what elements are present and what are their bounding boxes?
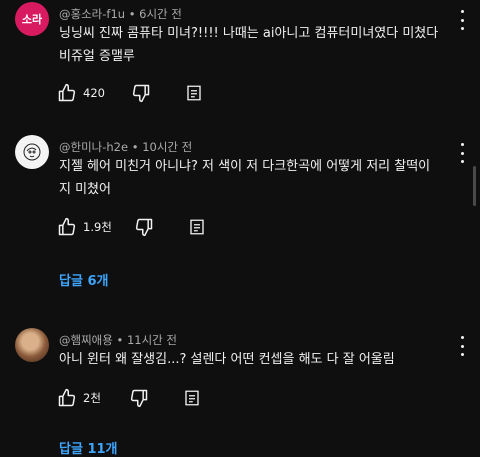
sketch-avatar-icon bbox=[23, 143, 41, 161]
like-button[interactable]: 1.9천 bbox=[57, 217, 112, 237]
author-name[interactable]: @홍소라-f1u bbox=[59, 7, 125, 21]
comment-actions: 1.9천 bbox=[57, 215, 206, 239]
separator-dot: • bbox=[131, 140, 143, 154]
author-name[interactable]: @햄찌애용 bbox=[59, 333, 113, 347]
thumbs-down-icon bbox=[135, 218, 153, 237]
comment-time[interactable]: 10시간 전 bbox=[142, 140, 192, 154]
author-name[interactable]: @한미나-h2e bbox=[59, 140, 128, 154]
like-button[interactable]: 2천 bbox=[57, 388, 101, 408]
thumbs-down-icon bbox=[130, 389, 148, 408]
comment-actions: 420 bbox=[57, 81, 203, 105]
avatar[interactable] bbox=[15, 328, 49, 362]
comment-time[interactable]: 11시간 전 bbox=[127, 333, 177, 347]
comment-text: 아니 윈터 왜 잘생김...? 설렌다 어떤 컨셉을 해도 다 잘 어울림 bbox=[59, 352, 395, 367]
like-count: 1.9천 bbox=[83, 220, 112, 234]
avatar-initials: 소라 bbox=[21, 13, 43, 26]
comment-text: 닝닝씨 진짜 콤퓨타 미녀?!!!! 나때는 ai아니고 컴퓨터미녀였다 미쳤다… bbox=[59, 26, 439, 64]
like-count: 2천 bbox=[83, 391, 101, 405]
separator-dot: • bbox=[128, 7, 140, 21]
replies-toggle[interactable]: 답글 11개 bbox=[59, 438, 118, 457]
separator-dot: • bbox=[116, 333, 127, 347]
comment-header: @햄찌애용 • 11시간 전 bbox=[59, 332, 177, 348]
more-vert-icon[interactable] bbox=[456, 336, 468, 356]
like-count: 420 bbox=[83, 86, 105, 100]
thumbs-up-icon bbox=[58, 83, 76, 102]
more-vert-icon[interactable] bbox=[456, 10, 468, 30]
avatar[interactable] bbox=[15, 135, 49, 169]
comment-text: 지젤 헤어 미친거 아니냐? 저 색이 저 다크한곡에 어떻게 저리 찰떡이지 … bbox=[59, 159, 431, 197]
thumbs-up-icon bbox=[58, 388, 76, 407]
reply-button[interactable] bbox=[185, 84, 203, 102]
thumbs-down-icon bbox=[132, 84, 150, 103]
comment-header: @한미나-h2e • 10시간 전 bbox=[59, 139, 192, 155]
thumbs-up-icon bbox=[58, 217, 76, 236]
dislike-button[interactable] bbox=[131, 83, 151, 103]
avatar[interactable]: 소라 bbox=[15, 2, 49, 36]
like-button[interactable]: 420 bbox=[57, 83, 105, 103]
comment-time[interactable]: 6시간 전 bbox=[139, 7, 182, 21]
dislike-button[interactable] bbox=[129, 388, 149, 408]
comment-header: @홍소라-f1u • 6시간 전 bbox=[59, 6, 182, 22]
reply-button[interactable] bbox=[183, 389, 201, 407]
scrollbar[interactable] bbox=[473, 166, 476, 206]
more-vert-icon[interactable] bbox=[456, 143, 468, 163]
comment-actions: 2천 bbox=[57, 386, 201, 410]
reply-comment-icon bbox=[190, 219, 204, 235]
reply-comment-icon bbox=[187, 85, 201, 101]
replies-toggle[interactable]: 답글 6개 bbox=[59, 270, 108, 289]
reply-button[interactable] bbox=[188, 218, 206, 236]
dislike-button[interactable] bbox=[134, 217, 154, 237]
reply-comment-icon bbox=[185, 390, 199, 406]
